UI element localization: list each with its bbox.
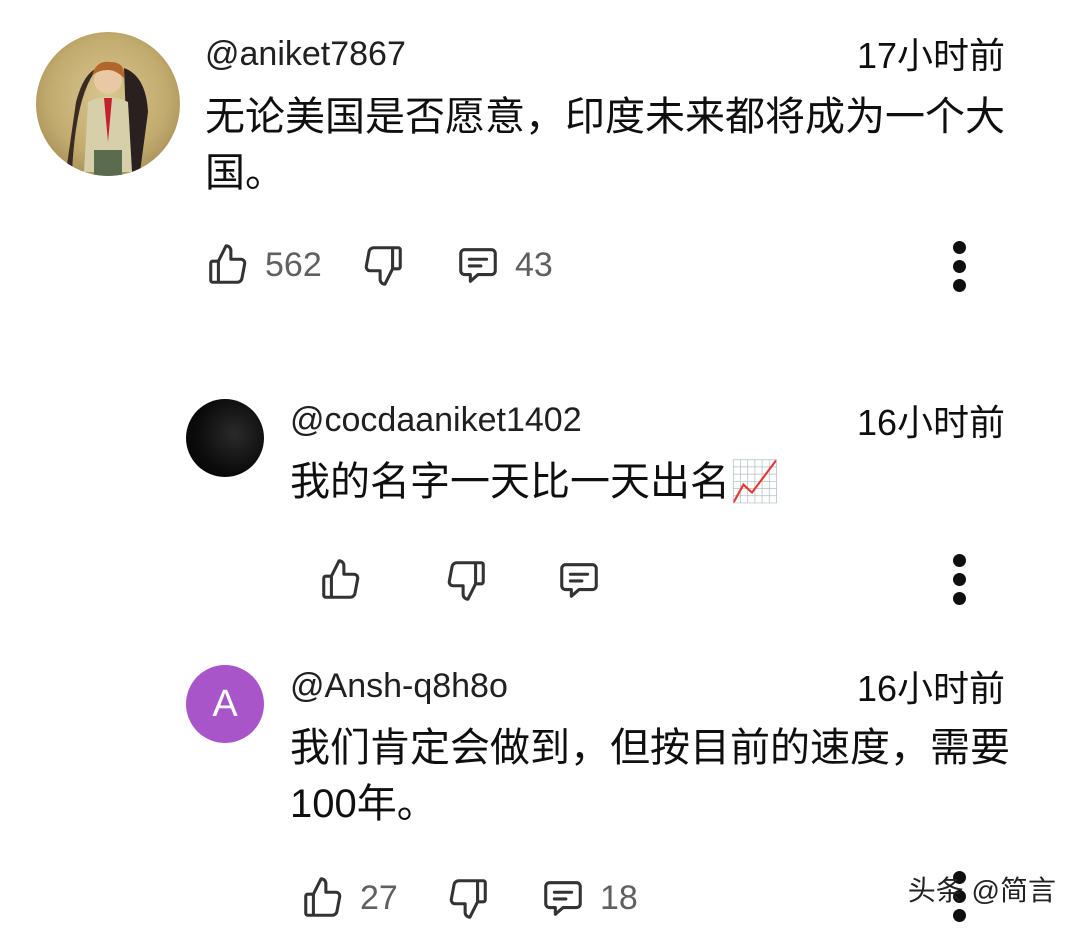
avatar-letter: A bbox=[212, 682, 238, 725]
reply-button[interactable]: 43 bbox=[455, 235, 553, 295]
comment-username[interactable]: @aniket7867 bbox=[205, 34, 406, 74]
comment-text: 我们肯定会做到，但按目前的速度，需要100年。 bbox=[290, 726, 1010, 826]
more-options-button[interactable] bbox=[940, 551, 980, 611]
comment-text: 我的名字一天比一天出名📈 bbox=[290, 454, 1010, 510]
comment-timestamp: 16小时前 bbox=[856, 668, 1005, 709]
comment-text-content: 我的名字一天比一天出名 bbox=[290, 460, 730, 504]
reply-comment-icon bbox=[560, 563, 598, 598]
comment-text: 无论美国是否愿意，印度未来都将成为一个大国。 bbox=[205, 95, 1005, 195]
thumbs-down-icon bbox=[449, 879, 487, 919]
thumbs-up-icon bbox=[209, 244, 247, 284]
thumbs-down-icon bbox=[364, 246, 402, 286]
dislike-button[interactable] bbox=[443, 550, 489, 610]
like-count: 562 bbox=[265, 245, 322, 284]
reply-button[interactable] bbox=[556, 550, 602, 610]
reply-button[interactable]: 18 bbox=[540, 868, 638, 928]
like-button[interactable]: 27 bbox=[300, 868, 398, 928]
thumbs-down-icon bbox=[447, 561, 485, 601]
more-options-button[interactable] bbox=[940, 238, 980, 298]
avatar[interactable]: A bbox=[186, 665, 264, 743]
reply-count: 18 bbox=[600, 878, 638, 917]
comment-timestamp: 17小时前 bbox=[856, 35, 1005, 76]
comment-actions: 27 18 bbox=[300, 868, 900, 928]
like-button[interactable] bbox=[318, 550, 364, 610]
dislike-button[interactable] bbox=[445, 868, 491, 928]
comment-actions bbox=[318, 550, 918, 610]
reply-comment-icon bbox=[459, 248, 497, 283]
dislike-button[interactable] bbox=[360, 235, 406, 295]
comment-timestamp: 16小时前 bbox=[856, 402, 1005, 443]
thumbs-up-icon bbox=[322, 559, 360, 599]
avatar[interactable] bbox=[36, 32, 180, 176]
reply-count: 43 bbox=[515, 245, 553, 284]
comment-username[interactable]: @Ansh-q8h8o bbox=[290, 666, 508, 706]
like-count: 27 bbox=[360, 878, 398, 917]
avatar[interactable] bbox=[186, 399, 264, 477]
chart-increasing-emoji: 📈 bbox=[730, 460, 780, 504]
comment-actions: 562 43 bbox=[205, 235, 1005, 295]
thumbs-up-icon bbox=[304, 877, 342, 917]
watermark: 头条 @简言 bbox=[907, 875, 1056, 906]
avatar-character-icon bbox=[66, 61, 148, 176]
reply-comment-icon bbox=[544, 881, 582, 916]
like-button[interactable]: 562 bbox=[205, 235, 322, 295]
comment-username[interactable]: @cocdaaniket1402 bbox=[290, 400, 582, 440]
